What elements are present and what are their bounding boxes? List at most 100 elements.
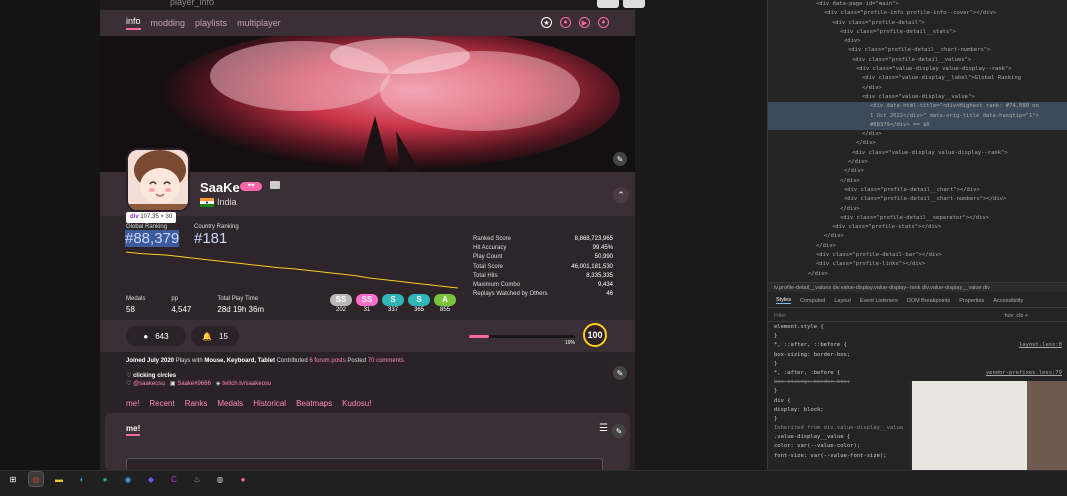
chrome-icon[interactable]: ◎: [28, 471, 44, 487]
nav-recent[interactable]: Recent: [149, 399, 174, 408]
tab-playlists[interactable]: playlists: [195, 18, 227, 28]
dom-node-line[interactable]: <div class="profile-detail-bar"></div>: [768, 251, 1067, 260]
tab-accessibility[interactable]: Accessibility: [993, 298, 1023, 304]
dom-node-line[interactable]: <div class="profile-detail__separator"><…: [768, 214, 1067, 223]
dom-node-line[interactable]: #88379</div> == $0: [768, 120, 1067, 131]
dom-node-line[interactable]: </div>: [768, 177, 1067, 186]
css-source-link[interactable]: vendor-prefixes.less:79: [986, 369, 1062, 378]
chevron-up-icon[interactable]: ⌃: [613, 187, 629, 203]
dom-node-line[interactable]: <div data-html-title="<div>Highest rank:…: [768, 102, 1067, 112]
favourite-icon[interactable]: ●: [560, 17, 571, 28]
profile-section-nav: me! Recent Ranks Medals Historical Beatm…: [100, 396, 635, 410]
play-icon[interactable]: ▶: [579, 17, 590, 28]
medals-stat: Medals 58: [126, 296, 145, 314]
dom-node-line[interactable]: <div class="value-display value-display-…: [768, 65, 1067, 74]
chrome-profile-icon[interactable]: ◉: [121, 472, 135, 486]
tab-modding[interactable]: modding: [151, 18, 186, 28]
comments-link[interactable]: 70 comments: [368, 358, 404, 364]
edit-info-button[interactable]: ✎: [613, 366, 627, 380]
mapping-subscribers-count: 15: [219, 331, 228, 341]
circle-icon[interactable]: ●: [598, 17, 609, 28]
tab-styles[interactable]: Styles: [776, 297, 791, 304]
tab-event-listeners[interactable]: Event Listeners: [860, 298, 898, 304]
me-content-box[interactable]: [126, 458, 603, 470]
filter-placeholder: Filter: [774, 313, 787, 319]
dom-node-line[interactable]: <div class="profile-stats"></div>: [768, 223, 1067, 232]
twitter-link[interactable]: @saakeosu: [133, 381, 165, 387]
user-card-icon[interactable]: [270, 181, 280, 189]
dom-node-line[interactable]: </div>: [768, 167, 1067, 176]
dom-node-line[interactable]: </div>: [768, 232, 1067, 241]
discord-icon[interactable]: ◆: [144, 472, 158, 486]
filter-toggles[interactable]: :hov .cls +: [1003, 310, 1028, 322]
tab-multiplayer[interactable]: multiplayer: [237, 18, 281, 28]
file-explorer-icon[interactable]: ▬: [52, 472, 66, 486]
mapping-subscribers-button[interactable]: 🔔 15: [191, 326, 239, 346]
dom-node-line[interactable]: <div data-page-id="main">: [768, 0, 1067, 9]
css-rule-line[interactable]: box-sizing: border-box;: [774, 351, 1067, 360]
edge-icon[interactable]: ◐: [75, 472, 89, 486]
dom-node-line[interactable]: </div>: [768, 158, 1067, 167]
osu-icon[interactable]: ●: [236, 472, 250, 486]
heart-icon[interactable]: ♥♥: [240, 182, 262, 191]
edit-cover-button[interactable]: ✎: [613, 152, 627, 166]
tab-info[interactable]: info: [126, 16, 141, 30]
window-control-button[interactable]: [623, 0, 645, 8]
grade-s-count: 365: [413, 307, 424, 313]
spotify-icon[interactable]: ●: [98, 472, 112, 486]
dom-node-line[interactable]: </div>: [768, 139, 1067, 148]
dom-node-line[interactable]: <div class="profile-links"></div>: [768, 260, 1067, 269]
forum-posts-link[interactable]: 6 forum posts: [309, 358, 345, 364]
dom-node-line[interactable]: </div>: [768, 130, 1067, 139]
dom-node-line[interactable]: <div class="value-display__value">: [768, 93, 1067, 102]
twitch-link[interactable]: twitch.tv/saakeosu: [222, 381, 271, 387]
edit-me-button[interactable]: ✎: [612, 424, 626, 438]
css-rule-line[interactable]: *, :after, :before {vendor-prefixes.less…: [774, 369, 1067, 378]
dom-node-line[interactable]: <div class="profile-detail__chart"></div…: [768, 186, 1067, 195]
tab-computed[interactable]: Computed: [800, 298, 825, 304]
css-source-link[interactable]: layout.less:8: [1019, 341, 1062, 350]
nav-historical[interactable]: Historical: [253, 399, 286, 408]
followers-button[interactable]: ● 643: [126, 326, 186, 346]
css-rule-line[interactable]: element.style {: [774, 323, 1067, 332]
dom-node-line[interactable]: 1 Oct 2022</div>" data-orig-title data-h…: [768, 111, 1067, 121]
dom-node-line[interactable]: <div class="profile-detail__stats">: [768, 28, 1067, 37]
nav-beatmaps[interactable]: Beatmaps: [296, 399, 332, 408]
dom-node-line[interactable]: <div class="value-display__label">Global…: [768, 74, 1067, 83]
dom-node-line[interactable]: <div class="value-display value-display-…: [768, 149, 1067, 158]
star-icon[interactable]: ★: [541, 17, 552, 28]
dom-node-line[interactable]: <div class="profile-info profile-info--c…: [768, 9, 1067, 18]
styles-filter-input[interactable]: Filter :hov .cls +: [768, 310, 1067, 322]
dom-node-line[interactable]: <div class="profile-detail__values">: [768, 56, 1067, 65]
avatar: [126, 148, 190, 212]
obs-icon[interactable]: ◍: [213, 472, 227, 486]
nav-ranks[interactable]: Ranks: [185, 399, 208, 408]
dom-node-line[interactable]: </div>: [768, 205, 1067, 214]
canva-icon[interactable]: C: [167, 472, 181, 486]
dom-node-line[interactable]: </div>: [768, 84, 1067, 93]
css-rule-text: }: [774, 388, 778, 395]
discord-link[interactable]: Saake#9666: [177, 381, 211, 387]
tab-layout[interactable]: Layout: [834, 298, 851, 304]
dom-node-line[interactable]: </div>: [768, 270, 1067, 279]
tab-dom-breakpoints[interactable]: DOM Breakpoints: [907, 298, 950, 304]
nav-kudosu[interactable]: Kudosu!: [342, 399, 371, 408]
nav-medals[interactable]: Medals: [217, 399, 243, 408]
css-rule-text: element.style {: [774, 324, 824, 330]
window-control-button[interactable]: [597, 0, 619, 8]
css-rule-text: color: var(--value-color);: [774, 443, 861, 450]
nav-me[interactable]: me!: [126, 399, 139, 408]
windows-icon[interactable]: ⊞: [6, 472, 20, 486]
dom-node-line[interactable]: <div class="profile-detail__chart-number…: [768, 46, 1067, 55]
dom-node-line[interactable]: <div class="profile-detail">: [768, 19, 1067, 28]
steam-icon[interactable]: ♨: [190, 472, 204, 486]
dom-node-line[interactable]: <div class="profile-detail__chart-number…: [768, 195, 1067, 204]
css-rule-line[interactable]: }: [774, 332, 1067, 341]
dom-breadcrumb[interactable]: iv.profile-detail__values div.value-disp…: [768, 282, 1067, 292]
tab-properties[interactable]: Properties: [959, 298, 984, 304]
css-rule-line[interactable]: *, ::after, ::before {layout.less:8: [774, 341, 1067, 350]
hamburger-menu-icon[interactable]: ☰: [599, 423, 608, 434]
css-rule-line[interactable]: }: [774, 360, 1067, 369]
dom-node-line[interactable]: <div>: [768, 37, 1067, 46]
dom-node-line[interactable]: </div>: [768, 242, 1067, 251]
